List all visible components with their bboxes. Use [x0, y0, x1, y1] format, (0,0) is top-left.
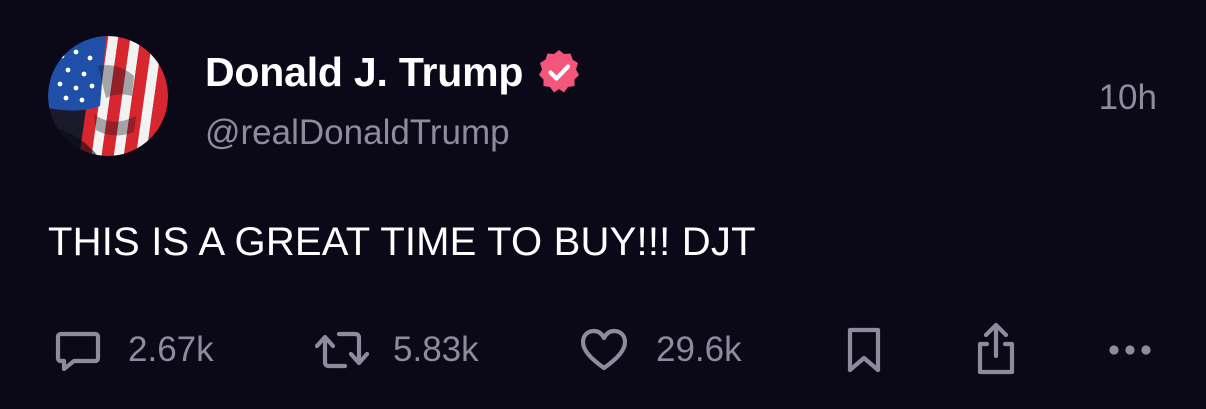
share-button[interactable]	[972, 322, 1020, 378]
like-count: 29.6k	[656, 330, 742, 369]
share-icon	[977, 322, 1015, 375]
post-text: THIS IS A GREAT TIME TO BUY!!! DJT	[48, 220, 756, 264]
like-button[interactable]: 29.6k	[578, 322, 742, 378]
reply-count: 2.67k	[128, 330, 214, 369]
author-display-name[interactable]: Donald J. Trump	[205, 49, 523, 96]
author-handle[interactable]: @realDonaldTrump	[205, 113, 510, 153]
author-name-row: Donald J. Trump	[205, 48, 583, 96]
repost-icon	[314, 331, 370, 369]
bookmark-button[interactable]	[842, 322, 886, 378]
verified-badge-icon	[535, 48, 583, 96]
bookmark-icon	[847, 327, 881, 373]
post-timestamp[interactable]: 10h	[1099, 78, 1157, 118]
more-button[interactable]	[1106, 322, 1154, 378]
retruth-button[interactable]: 5.83k	[313, 322, 479, 378]
reply-bubble-icon	[55, 331, 101, 372]
more-icon	[1109, 345, 1151, 355]
post-card: Donald J. Trump @realDonaldTrump 10h THI…	[0, 0, 1206, 409]
heart-icon	[580, 328, 628, 371]
retruth-count: 5.83k	[393, 330, 479, 369]
flag-face-avatar-icon	[48, 36, 168, 156]
author-avatar[interactable]	[48, 36, 168, 156]
post-actions-bar: 2.67k 5.83k 29.6k	[0, 322, 1206, 378]
reply-button[interactable]: 2.67k	[52, 322, 214, 378]
